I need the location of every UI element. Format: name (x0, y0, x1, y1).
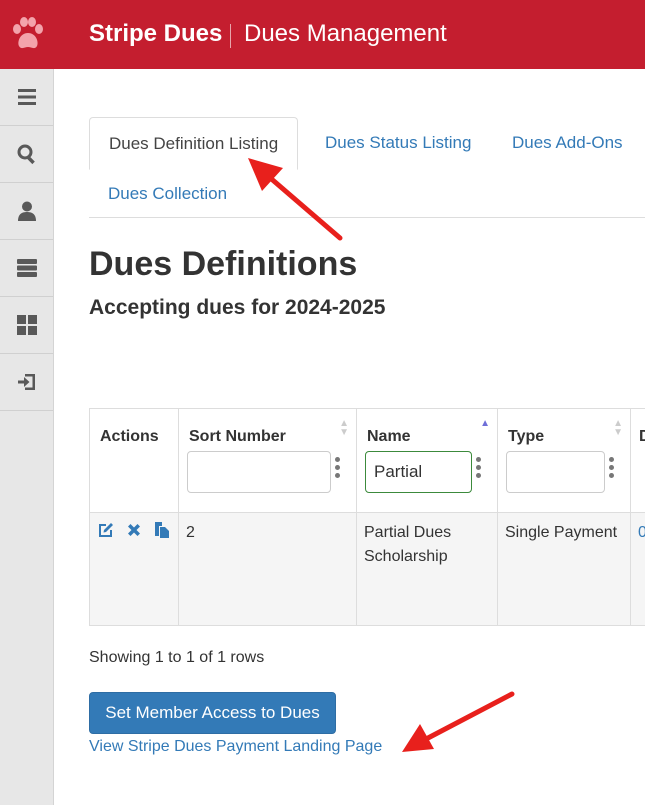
name-filter-input[interactable]: Partial (365, 451, 472, 493)
column-label: Name (367, 428, 411, 445)
column-label: Type (508, 428, 545, 445)
page-name: Dues Management (244, 20, 447, 47)
main-content: Dues Definition Listing Dues Status List… (54, 69, 645, 805)
sign-in-icon (17, 374, 35, 390)
type-filter-input[interactable] (506, 451, 605, 493)
tab-dues-add-ons[interactable]: Dues Add-Ons (493, 125, 642, 161)
pagination-summary: Showing 1 to 1 of 1 rows (89, 649, 265, 666)
column-name: Name ▲ Partial Partial Dues Scholarship (357, 409, 498, 625)
kebab-menu-icon[interactable] (609, 457, 615, 481)
column-header-sort-number[interactable]: Sort Number ▲ ▼ (179, 409, 356, 513)
table-cell-truncated[interactable]: 0 (631, 513, 645, 625)
tab-dues-definition-listing[interactable]: Dues Definition Listing (89, 117, 299, 170)
column-header-actions: Actions (90, 409, 178, 513)
top-bar: Stripe Dues Dues Management (0, 0, 645, 69)
sidebar-item-search[interactable] (0, 126, 53, 183)
tab-dues-status-listing[interactable]: Dues Status Listing (306, 125, 490, 161)
page-title: Dues Definitions (89, 245, 358, 283)
sidebar-item-sign-in[interactable] (0, 354, 53, 411)
sidebar-item-menu[interactable] (0, 69, 53, 126)
sort-ascending-icon[interactable]: ▲ (480, 419, 490, 429)
column-truncated: D 0 (631, 409, 645, 625)
column-label: D (639, 428, 645, 445)
delete-icon[interactable] (125, 521, 143, 539)
search-icon (17, 144, 35, 165)
server-icon (16, 259, 37, 277)
column-label: Sort Number (189, 428, 286, 445)
user-icon (17, 201, 36, 221)
sidebar-item-dashboard[interactable] (0, 297, 53, 354)
sort-arrows-icon[interactable]: ▲ ▼ (613, 419, 623, 438)
table-cell-sort-number: 2 (179, 513, 356, 625)
tab-bar: Dues Definition Listing Dues Status List… (89, 117, 645, 218)
view-landing-page-link[interactable]: View Stripe Dues Payment Landing Page (89, 738, 382, 756)
dues-table: Actions Sort Number ▲ ▼ 2 Name ▲ Partial… (89, 408, 645, 626)
column-type: Type ▲ ▼ Single Payment (498, 409, 631, 625)
column-actions: Actions (90, 409, 179, 625)
column-header-type[interactable]: Type ▲ ▼ (498, 409, 630, 513)
copy-icon[interactable] (153, 521, 171, 539)
column-header-name[interactable]: Name ▲ Partial (357, 409, 497, 513)
menu-icon (17, 89, 36, 105)
kebab-menu-icon[interactable] (476, 457, 482, 481)
sidebar (0, 69, 54, 805)
sidebar-item-user[interactable] (0, 183, 53, 240)
column-header-truncated[interactable]: D (631, 409, 645, 513)
column-sort-number: Sort Number ▲ ▼ 2 (179, 409, 357, 625)
edit-icon[interactable] (97, 521, 115, 539)
table-cell-actions (90, 513, 178, 625)
sidebar-item-server[interactable] (0, 240, 53, 297)
header-divider (230, 24, 231, 48)
dashboard-icon (16, 315, 37, 335)
tab-dues-collection[interactable]: Dues Collection (89, 176, 246, 212)
sort-arrows-icon[interactable]: ▲ ▼ (339, 419, 349, 438)
set-member-access-button[interactable]: Set Member Access to Dues (89, 692, 336, 734)
column-label: Actions (100, 428, 159, 445)
sort-number-filter-input[interactable] (187, 451, 331, 493)
paw-logo-icon[interactable] (10, 14, 46, 54)
table-cell-type: Single Payment (498, 513, 630, 625)
table-cell-name: Partial Dues Scholarship (357, 513, 497, 625)
kebab-menu-icon[interactable] (335, 457, 341, 481)
page-subtitle: Accepting dues for 2024-2025 (89, 296, 386, 319)
brand-name[interactable]: Stripe Dues (89, 20, 222, 48)
